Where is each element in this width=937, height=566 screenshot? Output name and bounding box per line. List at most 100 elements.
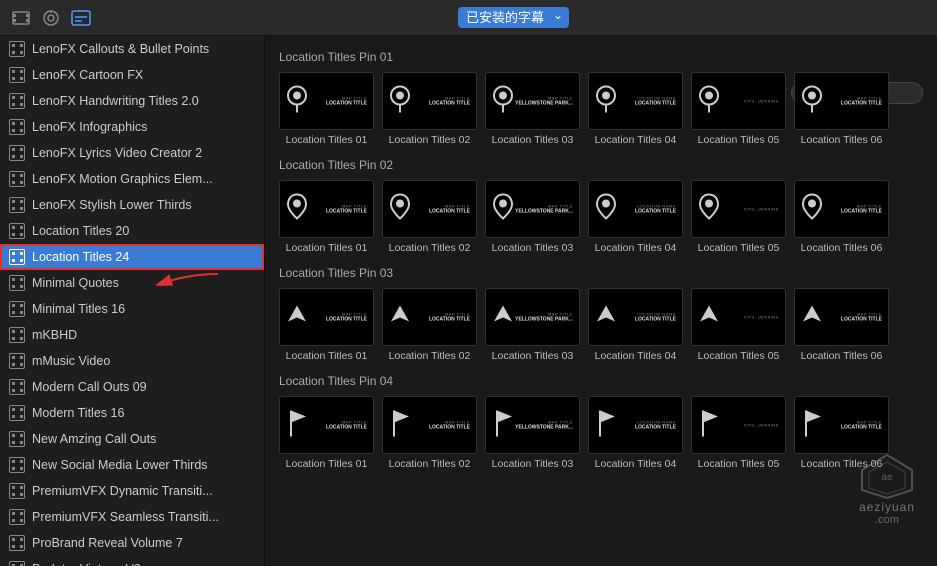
sidebar-item-5[interactable]: LenoFX Motion Graphics Elem... [0,166,264,192]
pin-label-2-1: Location Titles 02 [382,350,477,362]
pin-thumbnail-2-2: MAP TITLEYELLOWSTONE PARK... [485,288,580,346]
category-dropdown-wrap[interactable]: 已安装的字幕 [458,7,569,28]
pin-type-icon-3-3 [595,409,617,442]
pin-item-1-2[interactable]: MAP TITLEYELLOWSTONE PARK...Location Tit… [485,180,580,254]
sidebar-film-icon-19 [8,534,26,552]
sidebar-label-4: LenoFX Lyrics Video Creator 2 [32,146,202,160]
sidebar-item-19[interactable]: ProBrand Reveal Volume 7 [0,530,264,556]
pin-item-2-2[interactable]: MAP TITLEYELLOWSTONE PARK...Location Tit… [485,288,580,362]
subtitle-icon[interactable] [70,7,92,29]
pin-label-1-0: Location Titles 01 [279,242,374,254]
pin-item-0-0[interactable]: MAP TITLELOCATION TITLELocation Titles 0… [279,72,374,146]
film-strip-icon[interactable] [10,7,32,29]
sidebar-item-14[interactable]: Modern Titles 16 [0,400,264,426]
pin-item-1-4[interactable]: KYiV, UKRAINELocation Titles 05 [691,180,786,254]
sidebar-film-icon-0 [8,40,26,58]
sidebar-item-0[interactable]: LenoFX Callouts & Bullet Points [0,36,264,62]
thumb-text: LOCATION TITLE [841,425,882,431]
thumb-text: KYiV, UKRAINE [744,207,779,212]
pin-label-0-3: Location Titles 04 [588,134,683,146]
thumb-text: LOCATION TITLE [635,101,676,107]
sidebar-item-17[interactable]: PremiumVFX Dynamic Transiti... [0,478,264,504]
sidebar-item-2[interactable]: LenoFX Handwriting Titles 2.0 [0,88,264,114]
pin-item-3-5[interactable]: MAP TITLELOCATION TITLELocation Titles 0… [794,396,889,470]
pin-item-2-3[interactable]: LOCATION NAMELOCATION TITLELocation Titl… [588,288,683,362]
sidebar-item-11[interactable]: mKBHD [0,322,264,348]
pin-label-0-4: Location Titles 05 [691,134,786,146]
pin-type-icon-2-1 [389,304,411,331]
sidebar-item-13[interactable]: Modern Call Outs 09 [0,374,264,400]
thumb-text: LOCATION TITLE [635,317,676,323]
pin-label-3-1: Location Titles 02 [382,458,477,470]
sidebar-item-4[interactable]: LenoFX Lyrics Video Creator 2 [0,140,264,166]
pin-label-0-5: Location Titles 06 [794,134,889,146]
sidebar-item-15[interactable]: New Amzing Call Outs [0,426,264,452]
pin-item-2-1[interactable]: MAP TITLELOCATION TITLE Location Titles 0… [382,288,477,362]
pin-thumbnail-3-4: KYiV, UKRAINE [691,396,786,454]
pin-item-2-5[interactable]: MAP TITLELOCATION TITLELocation Titles 0… [794,288,889,362]
pin-type-icon-2-3 [595,304,617,331]
pin-group-title-0: Location Titles Pin 01 [279,50,923,64]
pin-item-3-1[interactable]: MAP TITLELOCATION TITLELocation Titles 0… [382,396,477,470]
sidebar-film-icon-18 [8,508,26,526]
pin-item-2-4[interactable]: KYiV, UKRAINELocation Titles 05 [691,288,786,362]
pin-item-3-2[interactable]: MAP TITLEYELLOWSTONE PARK...Location Tit… [485,396,580,470]
pin-item-0-5[interactable]: MAP TITLELOCATION TITLELocation Titles 0… [794,72,889,146]
pin-item-1-5[interactable]: MAP TITLELOCATION TITLELocation Titles 0… [794,180,889,254]
sidebar-film-icon-20 [8,560,26,566]
pin-group-2: Location Titles Pin 03MAP TITLELOCATION … [279,266,923,362]
pin-item-3-3[interactable]: LOCATION NAMELOCATION TITLELocation Titl… [588,396,683,470]
pin-item-3-0[interactable]: MAP TITLELOCATION TITLELocation Titles 0… [279,396,374,470]
sidebar-label-1: LenoFX Cartoon FX [32,68,143,82]
sidebar-item-18[interactable]: PremiumVFX Seamless Transiti... [0,504,264,530]
sidebar-label-11: mKBHD [32,328,77,342]
pin-type-icon-0-1 [389,85,411,118]
pin-item-3-4[interactable]: KYiV, UKRAINELocation Titles 05 [691,396,786,470]
sidebar-item-10[interactable]: Minimal Titles 16 [0,296,264,322]
pin-item-1-3[interactable]: LOCATION NAMELOCATION TITLELocation Titl… [588,180,683,254]
pin-item-0-1[interactable]: MAP TITLELOCATION TITLELocation Titles 0… [382,72,477,146]
pin-item-0-3[interactable]: LOCATION NAMELOCATION TITLELocation Titl… [588,72,683,146]
pin-label-2-4: Location Titles 05 [691,350,786,362]
sidebar-item-12[interactable]: mMusic Video [0,348,264,374]
pin-type-icon-2-5 [801,304,823,331]
pin-label-0-2: Location Titles 03 [485,134,580,146]
pin-type-icon-0-3 [595,85,617,118]
sidebar-label-5: LenoFX Motion Graphics Elem... [32,172,213,186]
sidebar-film-icon-13 [8,378,26,396]
pin-label-2-0: Location Titles 01 [279,350,374,362]
sidebar-item-6[interactable]: LenoFX Stylish Lower Thirds [0,192,264,218]
pin-thumbnail-2-5: MAP TITLELOCATION TITLE [794,288,889,346]
sidebar-item-9[interactable]: Minimal Quotes [0,270,264,296]
pin-thumbnail-2-1: MAP TITLELOCATION TITLE [382,288,477,346]
sidebar-label-10: Minimal Titles 16 [32,302,125,316]
pin-thumbnail-3-0: MAP TITLELOCATION TITLE [279,396,374,454]
pin-item-1-0[interactable]: MAP TITLELOCATION TITLELocation Titles 0… [279,180,374,254]
pin-item-0-4[interactable]: KYiV, UKRAINELocation Titles 05 [691,72,786,146]
sidebar-film-icon-11 [8,326,26,344]
pin-label-3-3: Location Titles 04 [588,458,683,470]
pin-type-icon-0-0 [286,85,308,118]
pin-item-1-1[interactable]: MAP TITLELOCATION TITLELocation Titles 0… [382,180,477,254]
pin-group-0: Location Titles Pin 01 MAP TITLELOCATION … [279,50,923,146]
pin-type-icon-1-0 [286,193,308,226]
pin-thumbnail-1-3: LOCATION NAMELOCATION TITLE [588,180,683,238]
pin-label-1-2: Location Titles 03 [485,242,580,254]
category-dropdown[interactable]: 已安装的字幕 [458,7,569,28]
sidebar-item-16[interactable]: New Social Media Lower Thirds [0,452,264,478]
sidebar-item-20[interactable]: ProIntro Vintage V2 [0,556,264,566]
pin-thumbnail-1-1: MAP TITLELOCATION TITLE [382,180,477,238]
pin-item-2-0[interactable]: MAP TITLELOCATION TITLELocation Titles 0… [279,288,374,362]
sidebar-item-7[interactable]: Location Titles 20 [0,218,264,244]
sidebar-item-8[interactable]: Location Titles 24 [0,244,264,270]
thumb-text: LOCATION TITLE [635,209,676,215]
sidebar-film-icon-4 [8,144,26,162]
sidebar-item-3[interactable]: LenoFX Infographics [0,114,264,140]
pin-type-icon-3-4 [698,409,720,442]
music-icon[interactable] [40,7,62,29]
pin-type-icon-1-5 [801,193,823,226]
sidebar-item-1[interactable]: LenoFX Cartoon FX [0,62,264,88]
pin-thumbnail-1-5: MAP TITLELOCATION TITLE [794,180,889,238]
sidebar-film-icon-5 [8,170,26,188]
pin-item-0-2[interactable]: MAP TITLEYELLOWSTONE PARK...Location Tit… [485,72,580,146]
